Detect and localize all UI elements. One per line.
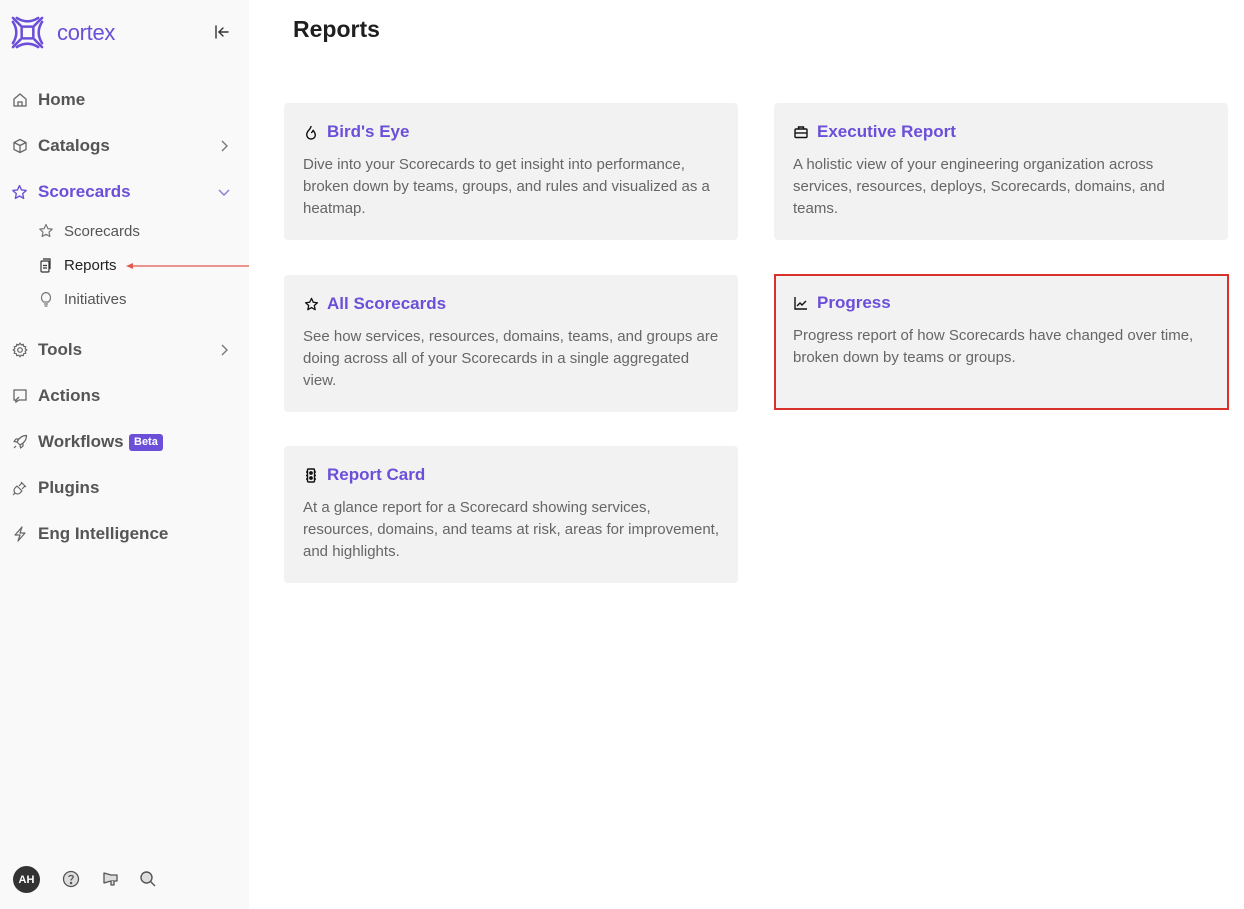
- collapse-left-icon: [215, 25, 229, 39]
- sidebar-item-label: Plugins: [38, 478, 100, 497]
- sidebar-footer: AH: [0, 864, 249, 896]
- page-title: Reports: [293, 16, 380, 42]
- sidebar-subitem-scorecards[interactable]: Scorecards: [0, 218, 249, 244]
- plug-icon: [11, 480, 28, 497]
- report-title[interactable]: Executive Report: [817, 122, 956, 142]
- report-title[interactable]: Report Card: [327, 465, 425, 485]
- collapse-sidebar-button[interactable]: [212, 22, 232, 42]
- sidebar-item-label: Tools: [38, 340, 83, 359]
- megaphone-icon[interactable]: [101, 869, 121, 889]
- sidebar-item-workflows[interactable]: Workflows Beta: [0, 427, 249, 457]
- sidebar-subitem-initiatives[interactable]: Initiatives: [0, 286, 249, 312]
- report-card-executive-report[interactable]: Executive Report A holistic view of your…: [774, 103, 1228, 240]
- report-card-all-scorecards[interactable]: All Scorecards See how services, resourc…: [284, 275, 738, 412]
- report-description: Dive into your Scorecards to get insight…: [303, 156, 710, 217]
- lightning-icon: [11, 526, 28, 543]
- actions-icon: [11, 388, 28, 405]
- user-avatar[interactable]: AH: [13, 866, 40, 893]
- sidebar-item-plugins[interactable]: Plugins: [0, 473, 249, 503]
- report-description: Progress report of how Scorecards have c…: [793, 327, 1194, 366]
- report-card-birds-eye[interactable]: Bird's Eye Dive into your Scorecards to …: [284, 103, 738, 240]
- line-chart-icon: [793, 295, 809, 311]
- sidebar-item-tools[interactable]: Tools: [0, 335, 249, 365]
- star-icon: [38, 223, 54, 239]
- search-icon[interactable]: [138, 869, 158, 889]
- sidebar-subitem-label: Initiatives: [64, 290, 127, 308]
- sidebar-item-home[interactable]: Home: [0, 85, 249, 115]
- brand-name: cortex: [57, 19, 116, 45]
- beta-badge: Beta: [129, 434, 163, 451]
- sidebar-item-label: Eng Intelligence: [38, 524, 169, 543]
- report-description: See how services, resources, domains, te…: [303, 328, 719, 389]
- annotation-arrow: [126, 263, 249, 269]
- sidebar-item-scorecards[interactable]: Scorecards: [0, 177, 249, 207]
- chevron-down-icon[interactable]: [217, 185, 231, 199]
- chevron-right-icon[interactable]: [217, 343, 231, 357]
- star-icon: [303, 296, 319, 312]
- report-card-progress[interactable]: Progress Progress report of how Scorecar…: [774, 274, 1229, 410]
- sidebar-subitem-label: Reports: [64, 256, 117, 274]
- sidebar-item-label: Home: [38, 90, 86, 109]
- report-description: At a glance report for a Scorecard showi…: [303, 499, 720, 560]
- cube-icon: [11, 138, 28, 155]
- briefcase-icon: [793, 124, 809, 140]
- sidebar-item-eng-intelligence[interactable]: Eng Intelligence: [0, 519, 249, 549]
- home-icon: [11, 92, 28, 109]
- report-description: A holistic view of your engineering orga…: [793, 156, 1165, 217]
- report-title[interactable]: Bird's Eye: [327, 122, 409, 142]
- flame-icon: [303, 124, 319, 140]
- chevron-right-icon[interactable]: [217, 139, 231, 153]
- report-title[interactable]: All Scorecards: [327, 294, 446, 314]
- report-card-report-card[interactable]: Report Card At a glance report for a Sco…: [284, 446, 738, 583]
- sidebar-item-label: Actions: [38, 386, 101, 405]
- star-icon: [11, 184, 28, 201]
- gear-icon: [11, 342, 28, 359]
- sidebar-item-label: Catalogs: [38, 136, 110, 155]
- sidebar-item-label: Scorecards: [38, 182, 131, 201]
- sidebar: cortex Home Catalogs Scorecards Scorecar…: [0, 0, 249, 909]
- cortex-logo-icon: [11, 16, 44, 49]
- sidebar-subitem-label: Scorecards: [64, 222, 140, 240]
- report-title[interactable]: Progress: [817, 293, 891, 313]
- sidebar-item-actions[interactable]: Actions: [0, 381, 249, 411]
- sidebar-item-catalogs[interactable]: Catalogs: [0, 131, 249, 161]
- report-card-icon: [303, 467, 319, 483]
- help-icon[interactable]: [61, 869, 81, 889]
- document-icon: [38, 257, 54, 273]
- lightbulb-icon: [38, 291, 54, 307]
- rocket-icon: [11, 434, 28, 451]
- cortex-logo[interactable]: cortex: [10, 15, 115, 50]
- sidebar-item-label: Workflows: [38, 432, 124, 451]
